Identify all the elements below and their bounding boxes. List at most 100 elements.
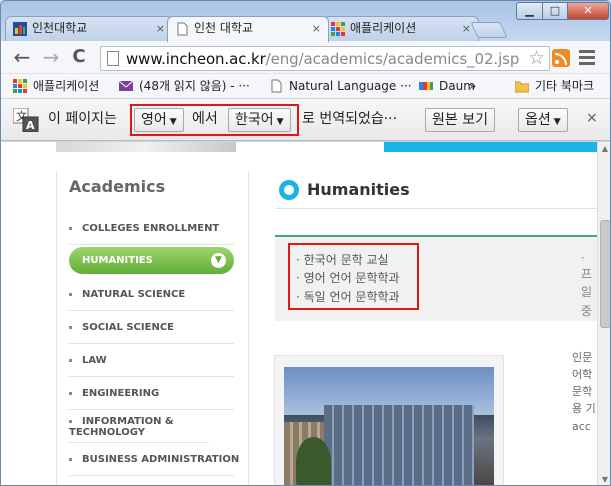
page-scrollbar[interactable]: ▲ ▼ [597,142,610,485]
tab-label: 애플리케이션 [350,21,417,35]
bookmark-apps[interactable]: 애플리케이션 [13,78,99,94]
bullet-icon [69,226,72,230]
tab-close-icon[interactable]: × [156,17,165,40]
url-text: www.incheon.ac.kr/eng/academics/academic… [126,50,519,68]
bullet-icon [69,292,72,296]
translate-options-button[interactable]: 옵션 ▼ [518,108,568,132]
sidebar-item-natural-science[interactable]: NATURAL SCIENCE [69,278,234,311]
rss-icon[interactable] [552,49,570,67]
minimize-icon: ▁ [525,4,534,17]
bookmark-daum[interactable]: Daum [419,78,475,94]
bookmarks-overflow-button[interactable]: » [469,78,476,94]
bookmark-label: 애플리케이션 [33,79,100,93]
forward-button[interactable]: → [39,46,63,70]
sidebar-nav: Academics COLLEGES ENROLLMENT HUMANITIES… [56,171,249,485]
forward-arrow-icon: → [42,45,60,69]
new-tab-button[interactable] [470,22,508,38]
scroll-thumb[interactable] [600,220,610,328]
close-icon: ✕ [583,4,593,17]
svg-text:A: A [26,119,35,132]
scroll-up-arrow-icon[interactable]: ▲ [598,142,610,156]
tab-label: 인천대학교 [32,21,88,35]
show-original-button[interactable]: 원본 보기 [425,108,495,132]
bullet-icon [69,391,72,395]
url-path: /eng/academics/academics_02.jsp [265,50,520,68]
chevron-down-icon: ▼ [211,253,226,268]
sidebar-item-label: ENGINEERING [82,388,160,399]
apps-icon [331,22,345,36]
banner-image [56,142,236,152]
tab-close-icon[interactable]: × [312,17,321,40]
page-heading: Humanities [307,180,410,199]
sidebar-item-label: SOCIAL SCIENCE [82,322,174,333]
highlight-box [130,104,299,136]
url-host: www.incheon.ac.kr [126,50,266,68]
sidebar-title: Academics [69,177,166,196]
scroll-down-arrow-icon[interactable]: ▼ [598,473,610,485]
browser-window: ▁ □ ✕ 인천대학교 × 인천 대학교 × 애플리케이션 × ← → C ww… [0,0,611,486]
sidebar-item-label: HUMANITIES [82,255,153,266]
bookmark-mail[interactable]: (48개 읽지 않음) - ··· [119,78,250,94]
close-translate-bar-icon[interactable]: × [586,110,598,126]
sidebar-item-engineering[interactable]: ENGINEERING [69,377,234,410]
chrome-menu-icon[interactable] [579,50,595,66]
apps-icon [13,79,27,93]
page-icon [107,51,119,66]
folder-icon [515,81,529,93]
sidebar-item-information-technology[interactable]: INFORMATION & TECHNOLOGY [69,410,209,443]
department-link[interactable]: · 중 [581,288,597,319]
reload-icon: C [72,46,86,67]
highlight-box [288,243,419,310]
sidebar-item-label: BUSINESS ADMINISTRATION [82,454,240,465]
reload-button[interactable]: C [67,46,91,70]
page-icon [271,79,282,93]
sidebar-item-humanities[interactable]: HUMANITIES ▼ [69,247,234,274]
sidebar-item-business-administration[interactable]: BUSINESS ADMINISTRATION [69,443,239,476]
incheon-favicon-icon [13,22,27,36]
dropdown-arrow-icon: ▼ [553,117,561,127]
tab-incheon-daehakgyo[interactable]: 인천 대학교 × [167,16,329,42]
back-arrow-icon: ← [13,45,31,69]
divider [275,208,597,209]
close-window-button[interactable]: ✕ [567,2,609,20]
sidebar-item-colleges-enrollment[interactable]: COLLEGES ENROLLMENT [69,212,234,245]
page-icon [177,22,188,36]
bookmarks-bar: 애플리케이션 (48개 읽지 않음) - ··· Natural Languag… [1,74,610,99]
maximize-button[interactable]: □ [542,2,568,20]
mail-icon [119,80,133,91]
sidebar-item-social-science[interactable]: SOCIAL SCIENCE [69,311,234,344]
minimize-button[interactable]: ▁ [516,2,543,20]
sidebar-item-law[interactable]: LAW [69,344,234,377]
tab-close-icon[interactable]: × [462,17,471,40]
show-original-label: 원본 보기 [432,112,488,128]
translate-icon: 文 A [13,108,39,132]
bookmark-other-folder[interactable]: 기타 북마크 [515,78,594,94]
maximize-icon: □ [549,4,561,17]
sidebar-item-label: LAW [82,355,107,366]
tab-label: 인천 대학교 [194,21,254,35]
bullet-icon [69,419,72,423]
address-bar[interactable]: www.incheon.ac.kr/eng/academics/academic… [100,46,550,71]
tab-applications[interactable]: 애플리케이션 × [323,16,479,41]
bookmark-star-icon[interactable]: ☆ [528,47,545,69]
translate-suffix-text: 로 번역되었습··· [302,111,398,127]
tab-incheon-univ[interactable]: 인천대학교 × [5,16,173,41]
options-label: 옵션 [525,112,551,128]
intro-text: 어학 [572,368,593,381]
sidebar-item-label: NATURAL SCIENCE [82,289,186,300]
building-photo [284,367,494,485]
sidebar-item-label: INFORMATION & TECHNOLOGY [69,416,174,438]
back-button[interactable]: ← [10,46,34,70]
bookmark-label: 기타 북마크 [535,79,595,93]
intro-text: acc [572,420,591,433]
bullet-icon [69,325,72,329]
translate-bar: 文 A 이 페이지는 영어 ▼ 에서 한국어 ▼ 로 번역되었습··· 원본 보기 … [1,99,610,141]
bookmark-natural-language[interactable]: Natural Language ··· [269,78,412,94]
banner-accent [384,142,597,152]
heading-circle-icon [279,180,299,200]
intro-text: 문학 [572,385,593,398]
translate-prefix-text: 이 페이지는 [48,111,117,127]
bullet-icon [69,457,72,461]
daum-icon [419,82,433,90]
bookmark-label: » [469,79,477,93]
